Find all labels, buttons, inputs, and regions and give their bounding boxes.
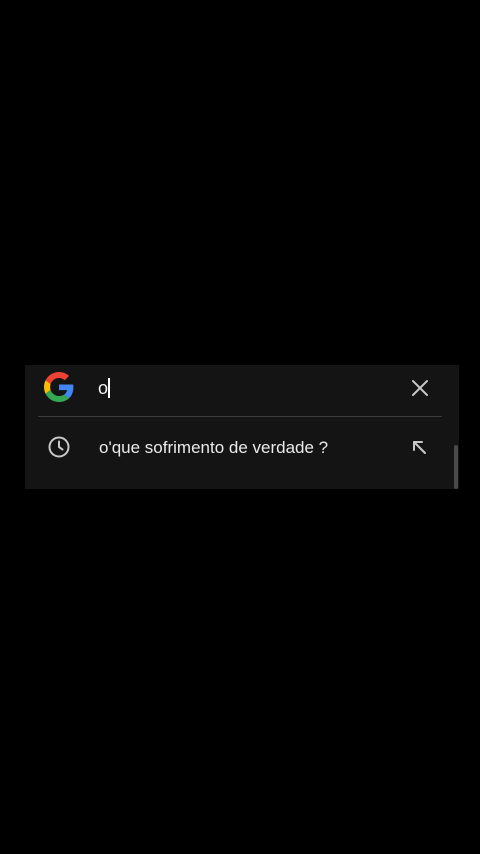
google-logo-icon — [44, 372, 74, 402]
suggestion-item[interactable]: o'que sofrimento de verdade ? — [25, 421, 459, 473]
fill-query-button[interactable] — [406, 434, 432, 460]
search-query-text: o — [98, 378, 109, 398]
scrollbar[interactable] — [454, 445, 458, 489]
screen: o o'que sofrimento de verdade ? — [0, 0, 480, 854]
arrow-up-left-icon — [413, 441, 426, 454]
search-bar: o — [25, 365, 459, 415]
text-caret — [108, 378, 110, 399]
search-suggestions-panel: o o'que sofrimento de verdade ? — [25, 365, 459, 489]
search-input[interactable]: o — [98, 377, 110, 399]
close-icon — [412, 380, 428, 396]
suggestion-text: o'que sofrimento de verdade ? — [99, 438, 329, 457]
history-icon — [48, 436, 70, 458]
divider — [38, 416, 442, 417]
clear-button[interactable] — [405, 373, 435, 403]
